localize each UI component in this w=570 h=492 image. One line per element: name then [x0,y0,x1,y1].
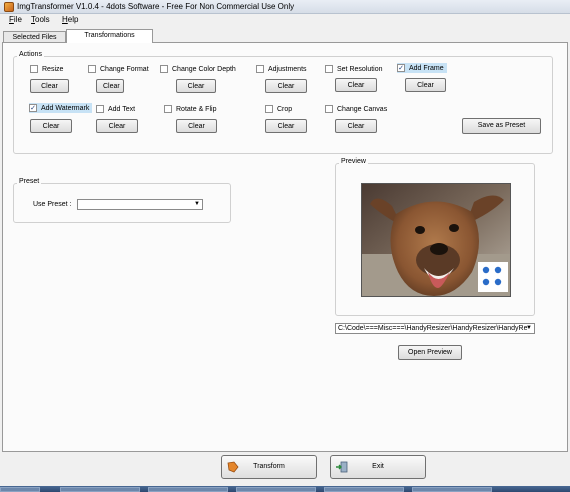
taskbar-item[interactable] [412,487,492,492]
transform-button[interactable]: Transform [221,455,317,479]
add-frame-clear-button[interactable]: Clear [405,78,446,92]
open-preview-button[interactable]: Open Preview [398,345,462,360]
tab-transformations[interactable]: Transformations [66,29,153,43]
exit-label: Exit [372,463,384,470]
rotate-flip-label: Rotate & Flip [176,105,217,113]
set-resolution-checkbox[interactable]: Set Resolution [325,64,383,74]
set-resolution-clear-button[interactable]: Clear [335,78,377,92]
change-format-label: Change Format [100,65,149,73]
adjustments-label: Adjustments [268,65,307,73]
menu-help[interactable]: Help [62,15,78,24]
transform-icon [227,461,239,473]
watermark-dots-icon [482,266,502,286]
change-color-depth-checkbox[interactable]: Change Color Depth [160,64,236,74]
checkbox-box[interactable] [325,65,333,73]
taskbar-item[interactable] [60,487,140,492]
taskbar-item[interactable] [148,487,228,492]
checkbox-box-checked[interactable]: ✓ [397,64,405,72]
preview-file-dropdown[interactable]: C:\Code\===Misc===\HandyResizer\HandyRes… [335,323,535,334]
preset-group-title: Preset [17,178,42,185]
checkbox-box[interactable] [96,105,104,113]
add-text-clear-button[interactable]: Clear [96,119,138,133]
preview-image-frame [361,183,511,297]
add-frame-label: Add Frame [409,64,444,72]
menu-file[interactable]: File [9,15,22,24]
add-watermark-clear-button[interactable]: Clear [30,119,72,133]
adjustments-clear-button[interactable]: Clear [265,79,307,93]
add-frame-checkbox[interactable]: ✓ Add Frame [397,63,447,73]
adjustments-checkbox[interactable]: Adjustments [256,64,307,74]
checkbox-box-checked[interactable]: ✓ [29,104,37,112]
change-color-depth-clear-button[interactable]: Clear [176,79,216,93]
transform-label: Transform [253,463,285,470]
title-bar: ImgTransformer V1.0.4 - 4dots Software -… [0,0,570,14]
chevron-down-icon[interactable]: ▼ [525,324,533,333]
app-icon [4,2,14,12]
checkbox-box[interactable] [256,65,264,73]
taskbar-item[interactable] [236,487,316,492]
crop-checkbox[interactable]: Crop [265,104,292,114]
change-canvas-label: Change Canvas [337,105,388,113]
add-text-label: Add Text [108,105,136,113]
checkbox-box[interactable] [160,65,168,73]
checkbox-box[interactable] [265,105,273,113]
checkbox-box[interactable] [164,105,172,113]
rotate-flip-clear-button[interactable]: Clear [176,119,217,133]
crop-label: Crop [277,105,293,113]
change-canvas-clear-button[interactable]: Clear [335,119,377,133]
preview-group-title: Preview [339,158,368,165]
actions-group-title: Actions [17,51,44,58]
resize-label: Resize [42,65,64,73]
exit-button[interactable]: Exit [330,455,426,479]
preview-file-path: C:\Code\===Misc===\HandyResizer\HandyRes… [338,325,528,332]
rotate-flip-checkbox[interactable]: Rotate & Flip [164,104,216,114]
menu-bar: File Tools Help [0,14,570,27]
resize-clear-button[interactable]: Clear [30,79,69,93]
resize-checkbox[interactable]: Resize [30,64,63,74]
checkbox-box[interactable] [88,65,96,73]
change-format-checkbox[interactable]: Change Format [88,64,149,74]
set-resolution-label: Set Resolution [337,65,383,73]
add-watermark-label: Add Watermark [41,104,90,112]
use-preset-label: Use Preset : [33,201,72,208]
add-text-checkbox[interactable]: Add Text [96,104,135,114]
exit-door-icon [336,461,348,473]
change-format-clear-button[interactable]: Clear [96,79,124,93]
watermark-overlay [478,262,508,292]
change-canvas-checkbox[interactable]: Change Canvas [325,104,387,114]
add-watermark-checkbox[interactable]: ✓ Add Watermark [29,103,93,113]
use-preset-dropdown[interactable]: ▼ [77,199,203,210]
checkbox-box[interactable] [325,105,333,113]
crop-clear-button[interactable]: Clear [265,119,307,133]
window-title: ImgTransformer V1.0.4 - 4dots Software -… [17,2,295,11]
menu-tools[interactable]: Tools [31,15,50,24]
taskbar-item[interactable] [324,487,404,492]
save-as-preset-button[interactable]: Save as Preset [462,118,541,134]
change-color-depth-label: Change Color Depth [172,65,236,73]
start-button[interactable] [0,487,40,492]
chevron-down-icon[interactable]: ▼ [193,200,201,209]
checkbox-box[interactable] [30,65,38,73]
